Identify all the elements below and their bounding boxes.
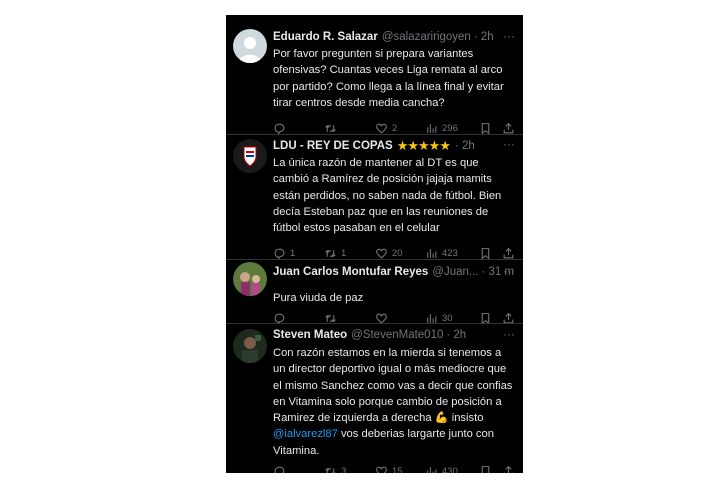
- tweet-header: Juan Carlos Montufar Reyes @Juan... · 31…: [273, 263, 515, 281]
- text-line: Ramirez de izquierda a derecha 💪 insisto: [273, 412, 484, 425]
- star-emojis: ★★★★★: [396, 138, 451, 153]
- bookmark-icon: [481, 122, 490, 135]
- views-chart-icon: [427, 466, 437, 473]
- reply-icon: [274, 123, 285, 134]
- like-count: 20: [392, 247, 403, 259]
- view-count: 423: [442, 247, 458, 259]
- text-line: ofensivas? Cuantas veces Liga remata al …: [273, 64, 503, 77]
- text-line: Por favor pregunten si prepara variantes: [273, 48, 474, 60]
- author-name[interactable]: LDU - REY DE COPAS: [273, 140, 393, 152]
- text-line: Con razón estamos en la mierda si tenemo…: [273, 347, 502, 359]
- divider: [226, 323, 523, 324]
- text-line: Pura viuda de paz: [273, 292, 364, 304]
- avatar[interactable]: [233, 29, 267, 63]
- views-chart-icon: [427, 123, 437, 133]
- text-line: el mismo Sanchez como vas a decir que co…: [273, 379, 513, 392]
- author-name[interactable]: Eduardo R. Salazar: [273, 31, 378, 43]
- bookmark-icon: [481, 465, 490, 473]
- tweet-header: LDU - REY DE COPAS ★★★★★ · 2h: [273, 137, 515, 155]
- avatar[interactable]: [233, 139, 267, 173]
- heart-icon: [376, 123, 387, 134]
- retweet-count: 1: [341, 247, 347, 259]
- heart-icon: [376, 248, 387, 259]
- more-options-icon[interactable]: ···: [503, 137, 515, 151]
- more-options-icon[interactable]: ···: [503, 264, 515, 278]
- retweet-icon: [325, 467, 336, 473]
- share-icon: [503, 122, 514, 133]
- text-line: fútbol estos pasaban en el celular: [273, 222, 440, 235]
- share-icon: [503, 465, 514, 473]
- text-fragment: vos deberias largarte junto con: [337, 428, 494, 441]
- divider: [226, 259, 523, 260]
- avatar[interactable]: [233, 329, 267, 363]
- reply-icon: [274, 466, 285, 473]
- text-line: por partido? Como llega a la línea final…: [273, 80, 504, 93]
- like-count: 2: [392, 122, 398, 134]
- tweet-text: Pura viuda de paz: [273, 290, 513, 306]
- timestamp[interactable]: · 2h: [474, 31, 494, 43]
- more-options-icon[interactable]: ···: [503, 29, 515, 43]
- text-line: decía Esteban paz que en las reuniones d…: [273, 205, 489, 218]
- heart-icon: [376, 466, 387, 473]
- text-line: La única razón de mantener al DT es que: [273, 157, 479, 169]
- reply-count: 1: [290, 247, 296, 259]
- tweet-header: Eduardo R. Salazar @salazaririgoyen · 2h: [273, 28, 515, 46]
- views-chart-icon: [427, 248, 437, 258]
- like-button[interactable]: 15: [375, 463, 403, 473]
- text-line: Vitamina.: [273, 444, 320, 457]
- views-button[interactable]: 430: [425, 463, 458, 473]
- mention-link[interactable]: @ialvarezl87: [273, 428, 338, 440]
- author-handle[interactable]: @Juan...: [432, 266, 478, 278]
- author-handle[interactable]: @salazaririgoyen: [382, 31, 471, 43]
- tweet-text: La única razón de mantener al DT es que …: [273, 155, 513, 236]
- retweet-button[interactable]: 3: [324, 463, 346, 473]
- timestamp[interactable]: · 2h: [446, 329, 466, 341]
- share-button[interactable]: [502, 463, 515, 473]
- author-handle[interactable]: @StevenMate010: [351, 329, 443, 341]
- more-options-icon[interactable]: ···: [503, 327, 515, 341]
- tweet-text: Con razón estamos en la mierda si tenemo…: [273, 345, 513, 459]
- tweet-replies-panel: Eduardo R. Salazar @salazaririgoyen · 2h…: [226, 15, 523, 473]
- retweet-icon: [325, 124, 336, 132]
- tweet-header: Steven Mateo @StevenMate010 · 2h: [273, 326, 515, 344]
- reply-icon: [274, 248, 285, 259]
- text-line: tirar centros desde media cancha?: [273, 96, 445, 109]
- author-name[interactable]: Steven Mateo: [273, 329, 347, 341]
- share-icon: [503, 247, 514, 258]
- like-count: 15: [392, 465, 403, 474]
- avatar[interactable]: [233, 262, 267, 296]
- tweet-text: Por favor pregunten si prepara variantes…: [273, 46, 513, 111]
- text-line: cambió a Ramírez de posición jajaja mami…: [273, 173, 492, 186]
- divider: [226, 134, 523, 135]
- view-count: 30: [442, 312, 453, 324]
- reply-button[interactable]: [273, 463, 286, 473]
- retweet-count: 3: [341, 465, 347, 474]
- bookmark-icon: [481, 247, 490, 260]
- action-bar: 3 15 430: [273, 463, 516, 473]
- text-line: están perdidos, no saben nada de fútbol.…: [273, 189, 502, 202]
- text-line: @ialvarezl87 vos deberias largarte junto…: [273, 426, 513, 442]
- author-name[interactable]: Juan Carlos Montufar Reyes: [273, 266, 428, 278]
- timestamp[interactable]: · 2h: [455, 140, 475, 152]
- text-line: un director deportivo igual o más medioc…: [273, 363, 507, 376]
- view-count: 430: [442, 465, 458, 474]
- bookmark-button[interactable]: [479, 463, 492, 473]
- retweet-icon: [325, 249, 336, 257]
- view-count: 296: [442, 122, 458, 134]
- text-line: en Vitamina solo porque cambio de posici…: [273, 395, 502, 408]
